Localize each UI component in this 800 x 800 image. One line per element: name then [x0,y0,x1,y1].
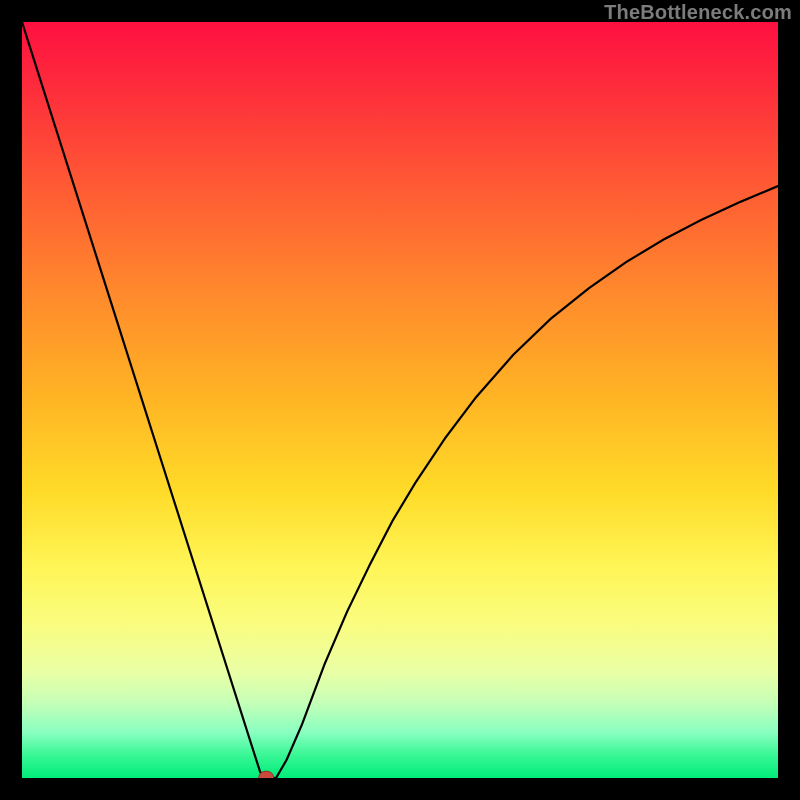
plot-background-gradient [22,22,778,778]
chart-container: TheBottleneck.com [0,0,800,800]
curve-layer [22,22,778,778]
watermark-text: TheBottleneck.com [604,2,792,25]
bottleneck-curve [22,22,778,778]
minimum-marker [259,771,274,785]
